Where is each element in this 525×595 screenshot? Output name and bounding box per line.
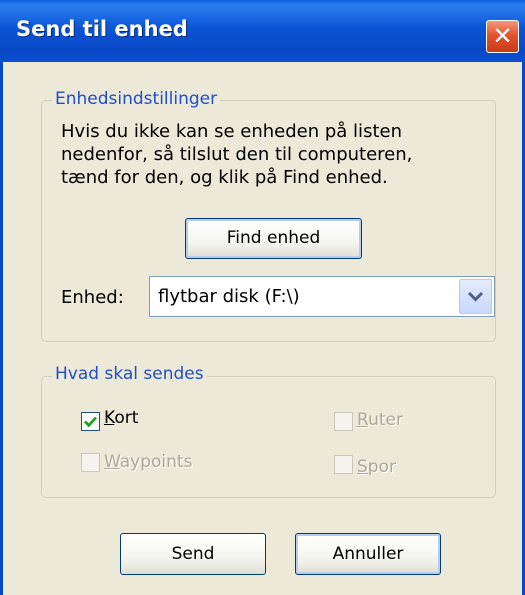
description-line: Hvis du ikke kan se enheden på listen: [61, 121, 402, 142]
what-to-send-legend: Hvad skal sendes: [52, 364, 207, 384]
checkbox-kort-label[interactable]: Kort: [104, 408, 138, 428]
device-select[interactable]: flytbar disk (F:\): [149, 276, 495, 317]
close-button[interactable]: ✕: [486, 20, 519, 53]
dialog-title: Send til enhed: [16, 17, 188, 41]
device-select-dropdown-button[interactable]: [459, 279, 492, 314]
device-label: Enhed:: [61, 287, 124, 308]
what-to-send-group: [41, 376, 496, 498]
checkbox-ruter-label: Ruter: [357, 410, 403, 430]
checkbox-spor-label: Spor: [357, 457, 396, 477]
send-button[interactable]: Send: [120, 533, 266, 575]
device-settings-description: Hvis du ikke kan se enheden på listen ne…: [61, 120, 461, 189]
checkbox-ruter[interactable]: [334, 412, 353, 431]
find-device-button[interactable]: Find enhed: [185, 218, 362, 259]
window-frame-left: [0, 62, 3, 595]
description-line: nedenfor, så tilslut den til computeren,: [61, 144, 413, 165]
description-line: tænd for den, og klik på Find enhed.: [61, 167, 388, 188]
checkmark-icon: [84, 416, 98, 428]
checkbox-waypoints[interactable]: [81, 453, 100, 472]
cancel-button[interactable]: Annuller: [295, 533, 441, 575]
chevron-down-icon: [467, 291, 484, 302]
checkbox-kort[interactable]: [81, 412, 100, 431]
checkbox-waypoints-label: Waypoints: [104, 452, 193, 472]
device-settings-legend: Enhedsindstillinger: [52, 89, 221, 109]
title-bar[interactable]: Send til enhed ✕: [0, 0, 525, 62]
close-icon: ✕: [492, 22, 513, 50]
send-to-device-dialog: Send til enhed ✕ Enhedsindstillinger Hvi…: [0, 0, 525, 595]
device-select-value: flytbar disk (F:\): [158, 286, 300, 307]
checkbox-spor[interactable]: [334, 455, 353, 474]
